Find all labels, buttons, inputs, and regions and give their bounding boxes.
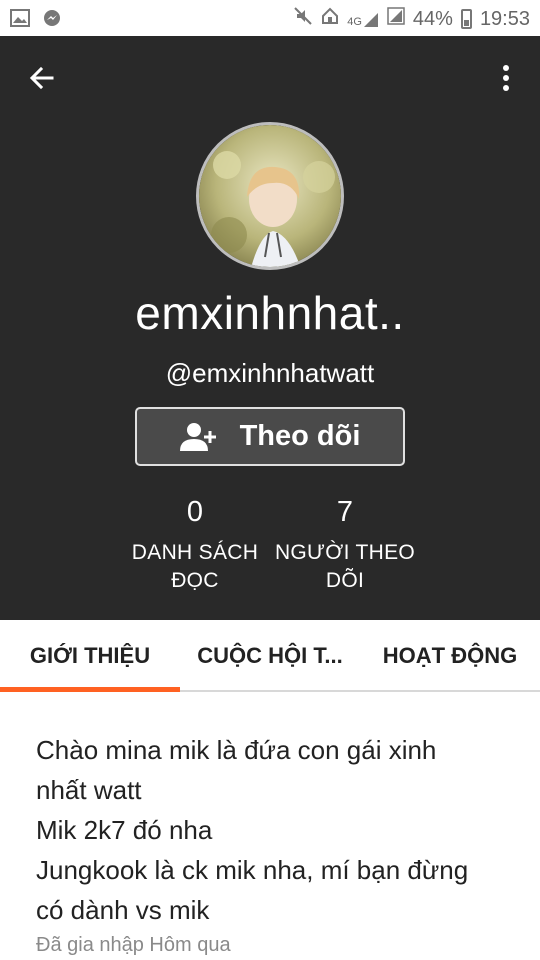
username: @emxinhnhatwatt — [165, 358, 375, 388]
followers-stat[interactable]: 7 NGƯỜI THEO DÕI — [270, 496, 420, 595]
more-vertical-icon — [503, 65, 509, 91]
image-icon — [10, 9, 30, 32]
about-section: Chào mina mik là đứa con gái xinh nhất w… — [36, 730, 506, 957]
signal-icon — [387, 7, 405, 31]
reading-list-label: DANH SÁCH ĐỌC — [131, 541, 259, 592]
followers-count: 7 — [336, 496, 354, 528]
home-icon — [321, 7, 339, 31]
tab-activity[interactable]: HOẠT ĐỘNG — [360, 620, 540, 692]
add-person-icon — [179, 422, 216, 451]
arrow-left-icon — [29, 66, 54, 90]
follow-button[interactable]: Theo dõi — [135, 407, 405, 466]
profile-header: emxinhnhat.. @emxinhnhatwatt Theo dõi 0 … — [0, 36, 540, 620]
network-type: 4G — [347, 16, 362, 28]
profile-tabs: GIỚI THIỆU CUỘC HỘI T... HOẠT ĐỘNG — [0, 620, 540, 692]
battery-percent: 44% — [412, 7, 453, 30]
followers-label: NGƯỜI THEO DÕI — [274, 541, 416, 592]
bio-line: Chào mina mik là đứa con gái xinh — [36, 735, 437, 765]
mute-icon — [293, 6, 313, 32]
reading-list-count: 0 — [186, 496, 204, 528]
signal-4g-icon: 4G — [347, 10, 379, 28]
bio-line: Mik 2k7 đó nha — [36, 815, 213, 845]
back-button[interactable] — [24, 60, 60, 96]
tab-about-label: GIỚI THIỆU — [29, 643, 151, 668]
display-name: emxinhnhat.. — [135, 287, 405, 339]
active-tab-indicator — [0, 687, 180, 692]
clock: 19:53 — [479, 7, 530, 30]
reading-list-stat[interactable]: 0 DANH SÁCH ĐỌC — [120, 496, 270, 595]
tab-conversations-label: CUỘC HỘI T... — [197, 643, 343, 668]
tab-activity-label: HOẠT ĐỘNG — [382, 643, 518, 668]
overflow-menu-button[interactable] — [492, 60, 520, 96]
bio-line: có dành vs mik — [36, 895, 210, 925]
bio-line: Jungkook là ck mik nha, mí bạn đừng — [36, 855, 469, 885]
status-bar: 4G 44% 19:53 — [0, 0, 540, 36]
battery-icon — [460, 9, 472, 29]
tab-conversations[interactable]: CUỘC HỘI T... — [180, 620, 360, 692]
avatar[interactable] — [196, 122, 344, 270]
bio-line: nhất watt — [36, 775, 142, 805]
joined-date: Đã gia nhập Hôm qua — [36, 934, 231, 956]
messenger-icon — [42, 8, 62, 33]
follow-button-label: Theo dõi — [239, 420, 361, 452]
tab-about[interactable]: GIỚI THIỆU — [0, 620, 180, 692]
